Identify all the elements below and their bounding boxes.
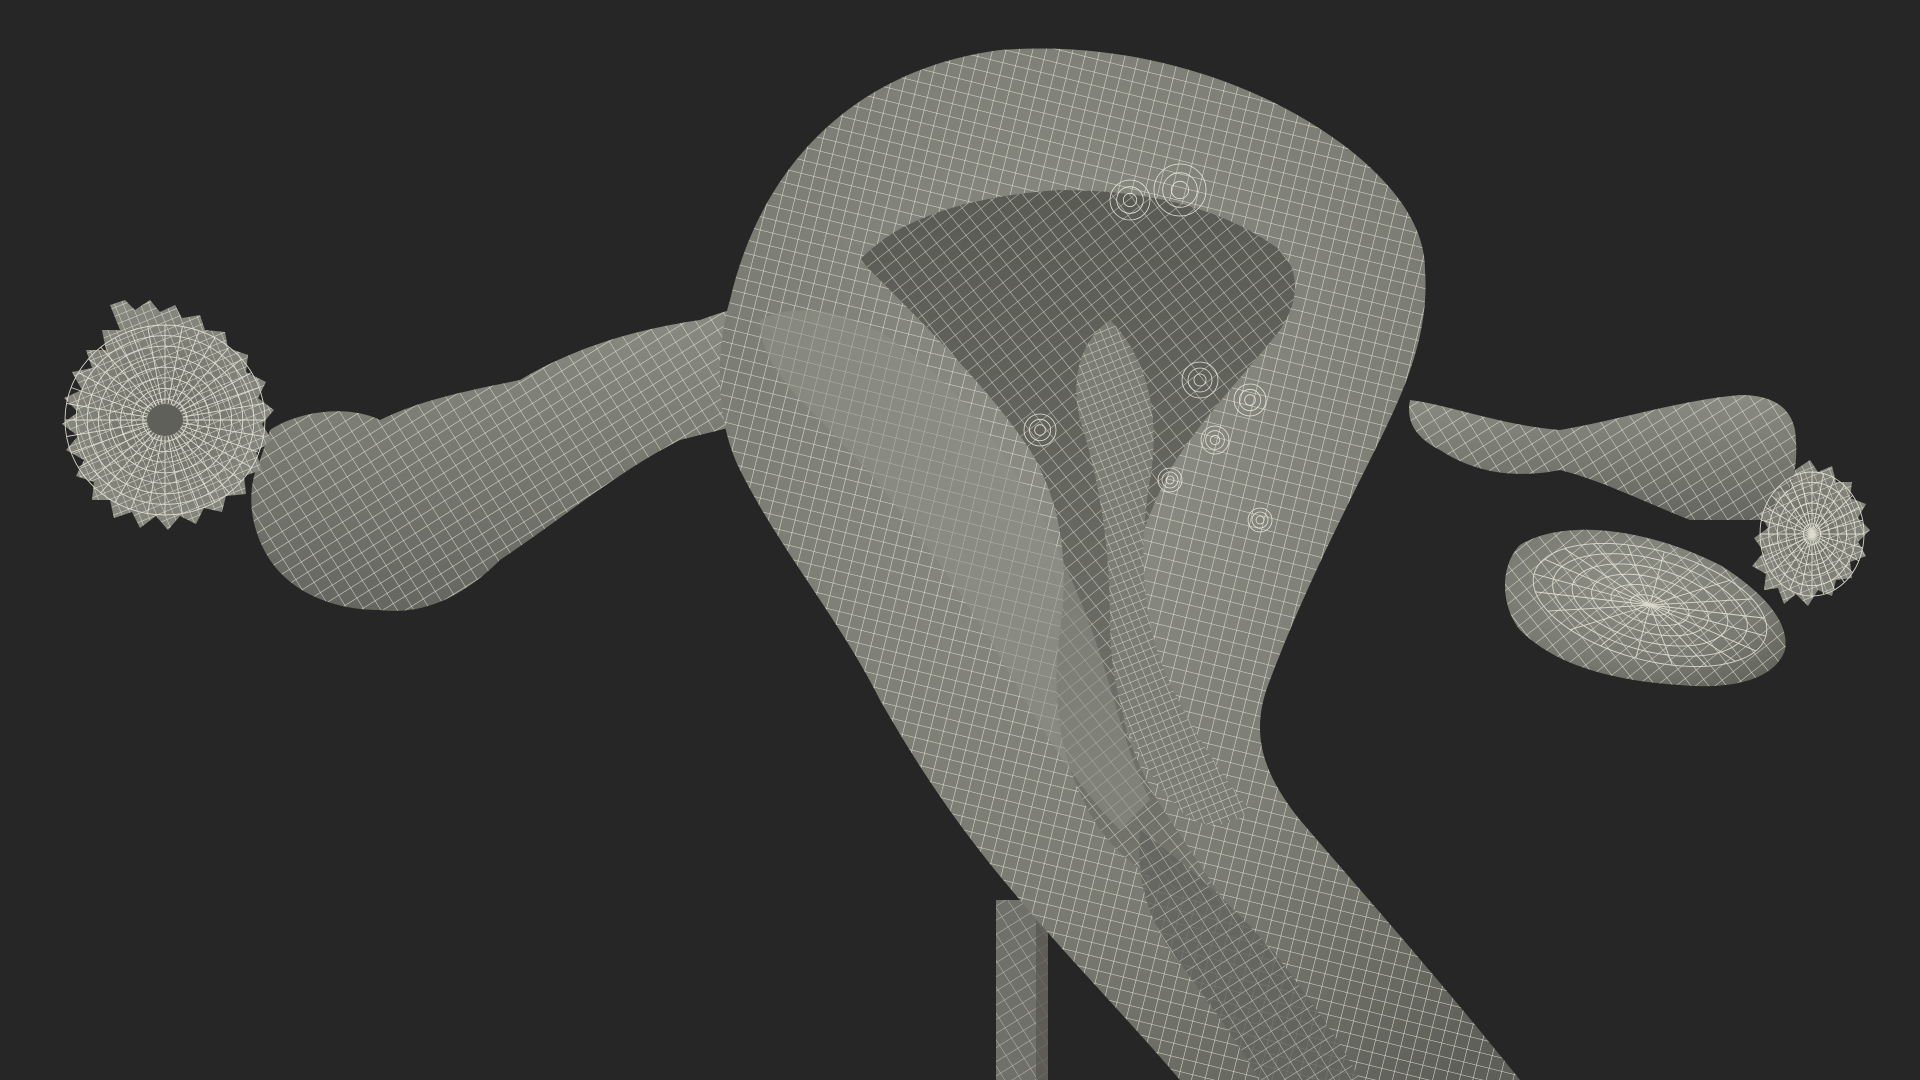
render-canvas (62, 48, 1870, 1080)
viewport (0, 0, 1920, 1080)
right-fallopian-tube (1409, 395, 1797, 520)
left-fimbriae (62, 300, 274, 530)
uterus-body (719, 48, 1520, 1080)
right-ovary (1505, 529, 1786, 687)
left-fallopian-tube (251, 304, 801, 611)
support-stand (996, 900, 1048, 1080)
